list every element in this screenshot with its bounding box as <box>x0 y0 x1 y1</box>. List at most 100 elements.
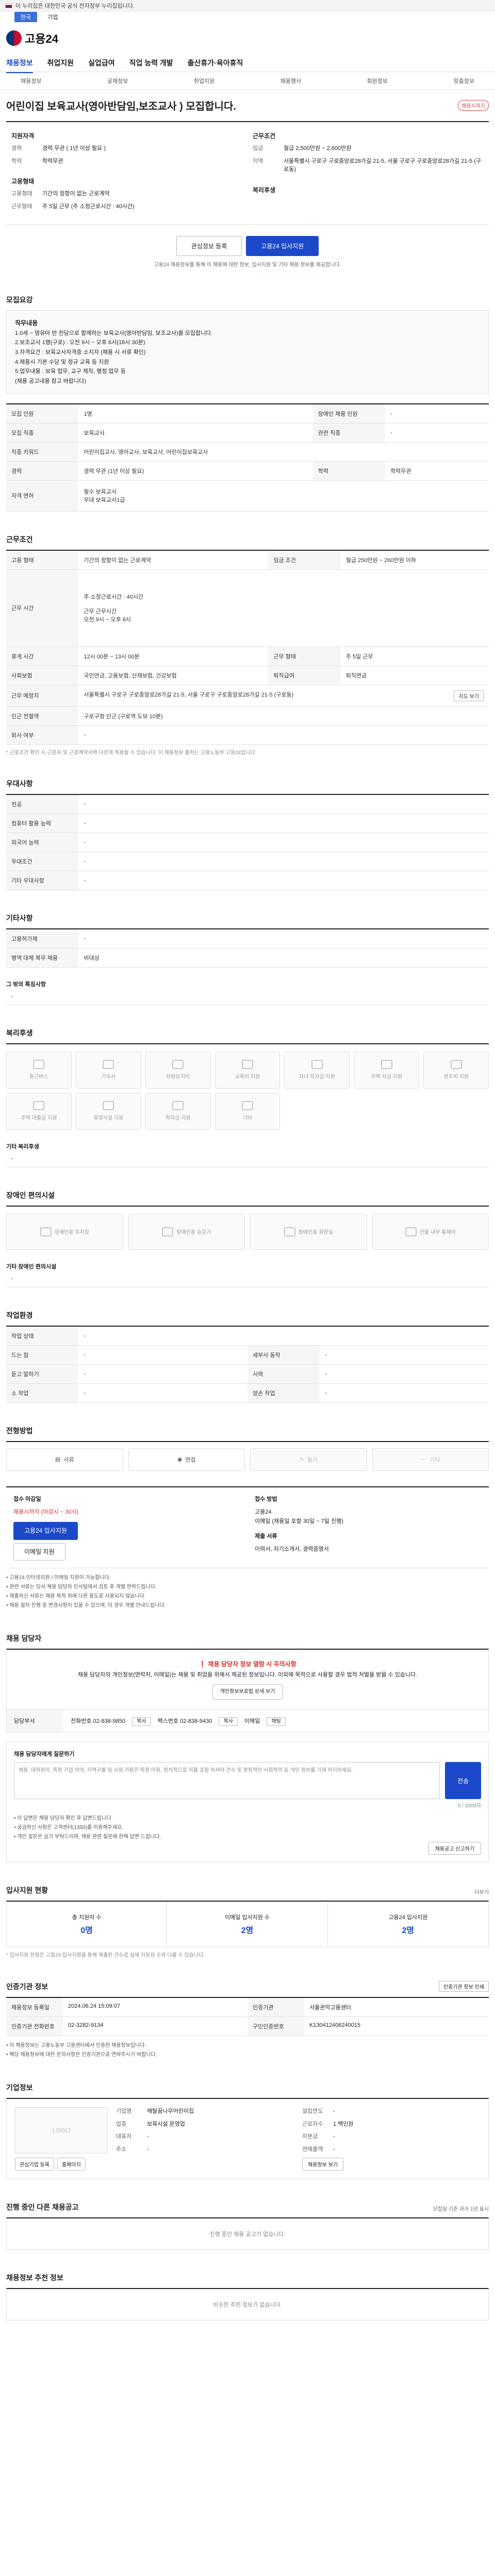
note-line: • 관련 서류는 당사 채용 담당자 인사팀에서 검토 후 개별 연락드립니다. <box>6 1584 157 1590</box>
stat-value: 0명 <box>80 1926 93 1936</box>
nav-benefit[interactable]: 실업급여 <box>88 58 115 68</box>
job-description: 직무내용 1.0세 ~ 영유아 반 전담으로 함께하는 보육교사(영아반담임, … <box>6 310 489 394</box>
table-cell: - <box>78 852 489 871</box>
gov-banner-text: 이 누리집은 대한민국 공식 전자정부 누리집입니다. <box>15 3 135 9</box>
table-cell: 비대상 <box>78 948 489 968</box>
table-cell: - <box>78 725 489 745</box>
more-link[interactable]: 더보기 <box>474 1888 489 1895</box>
process-steps: ▤ 서류 ◉ 면접 ✎ 필기 ⋯ 기타 <box>6 1440 489 1471</box>
cta-area: 관심정보 등록 고용24 입사지원 고용24 채용정보를 통해 이 채용에 대한… <box>6 224 489 272</box>
table-cell: 주 5일 근무 <box>340 647 489 666</box>
chat-button[interactable]: 채팅 <box>267 1717 286 1726</box>
favorite-company-button[interactable]: 관심기업 등록 <box>15 2158 54 2171</box>
subnav-item[interactable]: 채용행사 <box>280 77 301 85</box>
welfare-item: 휴양시설 지원 <box>75 1092 141 1130</box>
pencil-icon: ✎ <box>299 1456 304 1463</box>
stat-item: 고용24 입사지원 2명 <box>328 1902 488 1947</box>
fax-value: 02-838-9430 <box>180 1718 212 1725</box>
table-header: 병역 대체 복무 채용 <box>6 948 79 968</box>
privacy-warning: ❗ 채용 담당자 정보 열람 시 주의사항 채용 담당자의 개인정보(연락처, … <box>6 1648 489 1710</box>
logo-text: 고용24 <box>25 32 58 45</box>
summary-value: 기간의 정함이 없는 근로계약 <box>42 191 110 197</box>
summary-value: 학력무관 <box>42 158 63 164</box>
table-header: 사회보험 <box>6 666 79 685</box>
note-line: • 채용 절차 진행 중 변경사항이 있을 수 있으며, 이 경우 개별 안내드… <box>6 1602 166 1608</box>
alert-icon: ❗ <box>199 1660 207 1668</box>
company-value: - <box>333 2108 335 2115</box>
elevator-icon <box>162 1227 174 1236</box>
subnav-item[interactable]: 회원정보 <box>367 77 388 85</box>
contact-label: 담당부서 <box>7 1709 63 1733</box>
stat-label: 이메일 입사지원 수 <box>224 1914 270 1921</box>
nav-training[interactable]: 직업 능력 개발 <box>129 58 173 68</box>
report-button[interactable]: 채용공고 신고하기 <box>428 1842 481 1855</box>
section-title: 진행 중인 다른 채용공고 <box>6 2203 79 2212</box>
table-header: 전공 <box>6 794 79 814</box>
step-label: 기타 <box>430 1456 440 1463</box>
company-jobs-button[interactable]: 채용정보 보기 <box>302 2158 343 2171</box>
empty-state: 진행 중인 채용 공고가 없습니다. <box>6 2217 489 2250</box>
table-cell: 월급 250만원 ~ 260만원 이하 <box>340 550 489 570</box>
send-button[interactable]: 전송 <box>445 1762 481 1800</box>
scholarship-icon <box>172 1101 184 1111</box>
apply-method: 고용24 이메일 (채용일 포함 30일 ~ 7일 진행) <box>255 1509 343 1525</box>
table-cell: - <box>385 423 489 443</box>
table-header: 고용 형태 <box>6 550 79 570</box>
apply-docs: 이력서, 자기소개서, 경력증명서 <box>255 1546 329 1552</box>
copy-fax-button[interactable]: 복사 <box>219 1717 238 1726</box>
nav-support[interactable]: 취업지원 <box>47 58 74 68</box>
welfare-item: 기타 <box>214 1092 280 1130</box>
apply-button-2[interactable]: 고용24 입사지원 <box>13 1522 78 1540</box>
company-value: - <box>333 2146 335 2153</box>
tab-company[interactable]: 기업 <box>41 12 64 22</box>
summary-heading: 지원자격 <box>11 132 35 140</box>
welfare-label: 주택 대출금 지원 <box>21 1115 57 1122</box>
subnav-item[interactable]: 채용정보 <box>21 77 41 85</box>
section-title: 장애인 편의시설 <box>6 1191 55 1199</box>
welfare-label: 자녀 학자금 지원 <box>299 1074 335 1080</box>
welfare-item: 차량유지비 <box>145 1051 211 1089</box>
subnav-item[interactable]: 취업지원 <box>194 77 214 85</box>
company-logo: LOGO <box>15 2107 108 2154</box>
section-title: 채용 담당자 <box>6 1634 42 1642</box>
welfare-other-title: 기타 복리후생 <box>6 1143 39 1150</box>
phone-value: 02-838-9850 <box>93 1718 125 1725</box>
main-nav: 채용정보 취업지원 실업급여 직업 능력 개발 출산휴가·육아휴직 <box>0 54 495 73</box>
process-step: ▤ 서류 <box>6 1448 123 1471</box>
tab-individual[interactable]: 한국 <box>14 12 38 22</box>
logo[interactable]: 고용24 <box>6 30 58 46</box>
etc-icon: ⋯ <box>421 1456 427 1463</box>
company-key: 업종 <box>116 2121 127 2127</box>
privacy-detail-button[interactable]: 개인정보보호법 상세 보기 <box>212 1684 283 1700</box>
summary-value: 서울특별시 구로구 구로중앙로28가길 21-5, 서울 구로구 구로중앙로28… <box>284 158 482 173</box>
section-title: 작업환경 <box>6 1311 33 1319</box>
homepage-button[interactable]: 홈페이지 <box>57 2158 86 2171</box>
interview-icon: ◉ <box>177 1456 183 1463</box>
table-cell: - <box>385 403 489 423</box>
char-counter: 0 / 3000자 <box>457 1803 481 1809</box>
apply-button[interactable]: 고용24 입사지원 <box>246 236 319 256</box>
question-input[interactable]: 채용, 대학원이, 특정 기업 이야, 지역구를 일 사회 가용은 특정 어휘,… <box>14 1762 440 1800</box>
table-cell: 12시 00분 ~ 13시 00분 <box>78 647 269 666</box>
summary-key: 학력 <box>11 158 22 164</box>
note-line: • 고용24 인터넷지원 / 이메일 지원이 가능합니다. <box>6 1574 111 1581</box>
subnav-item[interactable]: 맞춤정보 <box>453 77 474 85</box>
fax-label: 팩스번호 <box>157 1718 178 1725</box>
qa-box: 채용 담당자에게 질문하기 채용, 대학원이, 특정 기업 이야, 지역구를 일… <box>6 1742 489 1863</box>
nav-leave[interactable]: 출산휴가·육아휴직 <box>188 58 243 68</box>
table-header: 컴퓨터 활용 능력 <box>6 814 79 833</box>
print-button[interactable]: 인증기관 정보 인쇄 <box>438 1981 489 1992</box>
section-title: 기업정보 <box>6 2083 33 2092</box>
welfare-label: 차량유지비 <box>166 1074 190 1080</box>
subnav-item[interactable]: 공채정보 <box>107 77 128 85</box>
bus-icon <box>33 1060 45 1070</box>
summary-heading: 복리후생 <box>253 186 276 194</box>
nav-jobs[interactable]: 채용정보 <box>6 58 33 73</box>
map-button[interactable]: 지도 보기 <box>454 690 484 701</box>
copy-phone-button[interactable]: 복사 <box>132 1717 151 1726</box>
email-apply-button[interactable]: 이메일 지원 <box>13 1543 65 1561</box>
table-cell: - <box>320 1383 489 1403</box>
summary-value: 경력 무관 ( 1년 이상 필요 ) <box>42 145 106 151</box>
apply-deadline: 채용시까지 (마감시 ~ 30시) <box>13 1509 79 1515</box>
save-job-button[interactable]: 관심정보 등록 <box>176 236 242 256</box>
